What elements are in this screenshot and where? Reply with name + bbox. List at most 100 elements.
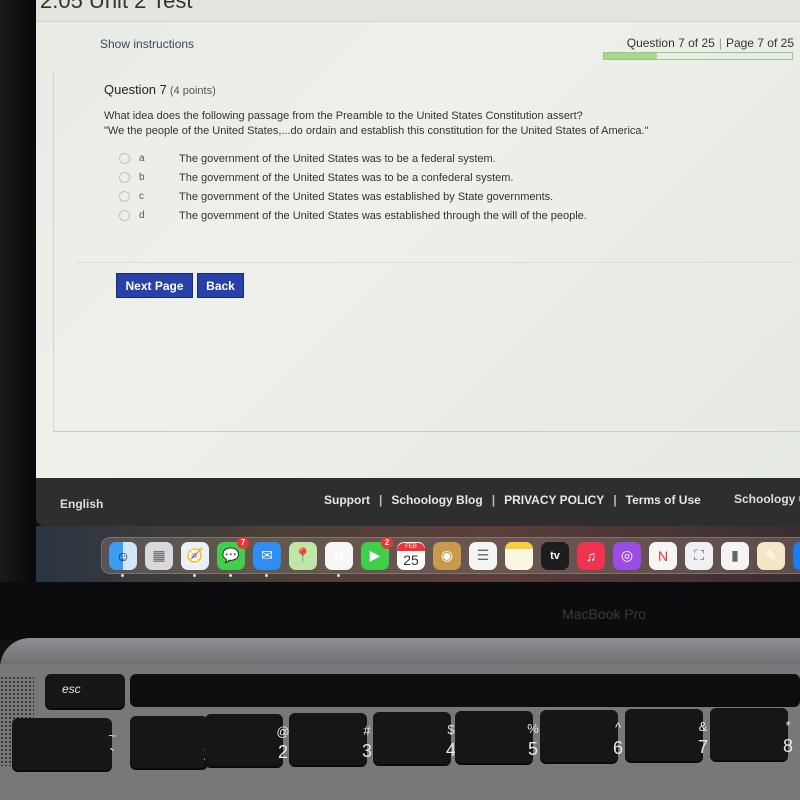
question-title: Question 7 — [104, 82, 167, 97]
footer: English Support | Schoology Blog | PRIVACY P… — [36, 478, 800, 526]
running-indicator — [337, 573, 340, 577]
language-selector[interactable]: English — [60, 497, 103, 511]
question-prompt: What idea does the following passage fro… — [104, 109, 648, 139]
prompt-quote: "We the people of the United States,...d… — [104, 125, 649, 137]
next-page-button[interactable]: Next Page — [116, 273, 193, 298]
quiz-page: 2.05 Unit 2 Test Show instructions Quest… — [36, 0, 800, 478]
finder-icon[interactable]: ☺ — [109, 541, 137, 577]
safari-glyph: 🧭 — [186, 547, 204, 563]
key-5[interactable]: % 5 — [455, 711, 539, 763]
key-7[interactable]: & 7 — [625, 709, 708, 761]
notification-badge: 7 — [237, 536, 249, 549]
question-container: Question 7 (4 points) What idea does the … — [53, 70, 800, 432]
running-indicator — [265, 573, 268, 577]
podcasts-icon[interactable]: ◎ — [613, 541, 641, 570]
key-`[interactable]: ~ ` — [12, 718, 116, 770]
key-8[interactable]: * 8 — [710, 708, 793, 760]
test-title: 2.05 Unit 2 Test — [40, 0, 193, 13]
tv-label: tv — [550, 549, 560, 562]
music-icon[interactable]: ♫ — [577, 541, 605, 570]
safari-icon[interactable]: 🧭 — [181, 541, 209, 577]
finder-glyph: ☺ — [115, 547, 131, 564]
page-counter: Page 7 of 25 — [725, 36, 794, 50]
key-4[interactable]: $4 — [373, 712, 456, 764]
footer-links: Support | Schoology Blog | PRIVACY POLICY | Te… — [324, 493, 701, 507]
app-store-icon[interactable]: A — [793, 541, 800, 570]
contacts-glyph: ◉ — [440, 547, 454, 563]
key-6[interactable]: ^ 6 — [540, 710, 623, 762]
footer-link-schoology-blog[interactable]: Schoology Blog — [391, 493, 482, 507]
maps-icon[interactable]: 📍 — [289, 541, 317, 570]
key-label: esc — [62, 682, 81, 696]
footer-separator: | — [613, 493, 617, 507]
pages-glyph: ✎ — [765, 547, 777, 563]
notes-icon[interactable] — [505, 541, 533, 570]
calendar-day: 25 — [403, 551, 419, 568]
answer-choice-c[interactable]: c The government of the United States was… — [119, 187, 587, 206]
radio-button[interactable] — [119, 210, 130, 221]
numbers-icon[interactable]: ▮ — [721, 541, 749, 570]
keynote-icon[interactable]: ⛶ — [685, 541, 713, 570]
touch-bar[interactable] — [130, 674, 800, 707]
reminders-icon[interactable]: ☰ — [469, 541, 497, 570]
choice-letter: c — [139, 191, 144, 202]
dock: ☺▦🧭💬7✉📍✿▶2FEB25◉☰tv♫◎N⛶▮✎A — [101, 536, 800, 577]
music-glyph: ♫ — [585, 547, 597, 564]
choice-text: The government of the United States was … — [179, 152, 496, 165]
calendar-month: FEB — [397, 542, 425, 551]
mail-glyph: ✉ — [261, 547, 273, 563]
key-2[interactable]: @2 — [205, 714, 290, 766]
answer-choice-a[interactable]: a The government of the United States was… — [119, 149, 587, 168]
screen-bezel — [0, 0, 30, 590]
choice-text: The government of the United States was … — [179, 190, 554, 203]
running-indicator — [121, 573, 124, 577]
choice-letter: a — [139, 153, 145, 164]
question-counter: Question 7 of 25 — [626, 36, 715, 50]
key-1[interactable]: !1 — [130, 716, 213, 768]
running-indicator — [229, 573, 232, 577]
progress-fill — [604, 53, 657, 59]
answer-choice-d[interactable]: d The government of the United States was… — [119, 206, 587, 225]
choice-letter: b — [139, 172, 145, 183]
footer-link-terms-of-use[interactable]: Terms of Use — [626, 493, 701, 507]
radio-button[interactable] — [119, 172, 130, 183]
answer-choice-b[interactable]: b The government of the United States was… — [119, 168, 587, 187]
copyright: Schoology © — [734, 492, 800, 506]
messages-icon[interactable]: 💬 7 — [217, 536, 249, 577]
choice-letter: d — [139, 210, 145, 221]
key-3[interactable]: #3 — [289, 713, 372, 765]
show-instructions-link[interactable]: Show instructions — [100, 37, 194, 51]
model-label: MacBook Pro — [562, 606, 647, 622]
progress-bar — [603, 52, 793, 60]
facetime-glyph: ▶ — [369, 547, 381, 563]
calendar-icon[interactable]: FEB 25 — [397, 541, 425, 570]
key-shift-label: * — [785, 718, 791, 733]
key-esc[interactable]: esc — [45, 674, 125, 708]
footer-link-support[interactable]: Support — [324, 493, 370, 507]
launchpad-glyph: ▦ — [152, 547, 166, 563]
footer-separator: | — [379, 493, 383, 507]
choice-text: The government of the United States was … — [179, 209, 587, 222]
pages-icon[interactable]: ✎ — [757, 541, 785, 570]
laptop-screen: 2.05 Unit 2 Test Show instructions Quest… — [0, 0, 800, 590]
photos-icon[interactable]: ✿ — [325, 541, 353, 577]
radio-button[interactable] — [119, 153, 130, 164]
keynote-glyph: ⛶ — [694, 547, 704, 563]
facetime-icon[interactable]: ▶ 2 — [361, 536, 393, 570]
radio-button[interactable] — [119, 191, 130, 202]
footer-separator: | — [491, 493, 496, 507]
progress-separator: | — [718, 36, 722, 50]
contacts-icon[interactable]: ◉ — [433, 541, 461, 570]
podcasts-glyph: ◎ — [620, 547, 634, 563]
launchpad-icon[interactable]: ▦ — [145, 541, 173, 570]
back-button[interactable]: Back — [197, 273, 244, 298]
divider — [76, 262, 796, 263]
footer-link-privacy-policy[interactable]: PRIVACY POLICY — [504, 493, 604, 507]
mail-icon[interactable]: ✉ — [253, 541, 281, 577]
prompt-line: What idea does the following passage fro… — [104, 110, 583, 122]
news-icon[interactable]: N — [649, 541, 677, 570]
news-glyph: N — [657, 547, 669, 564]
tv-icon[interactable]: tv — [541, 541, 569, 570]
screen-lower-bezel — [0, 582, 800, 640]
running-indicator — [193, 573, 196, 577]
